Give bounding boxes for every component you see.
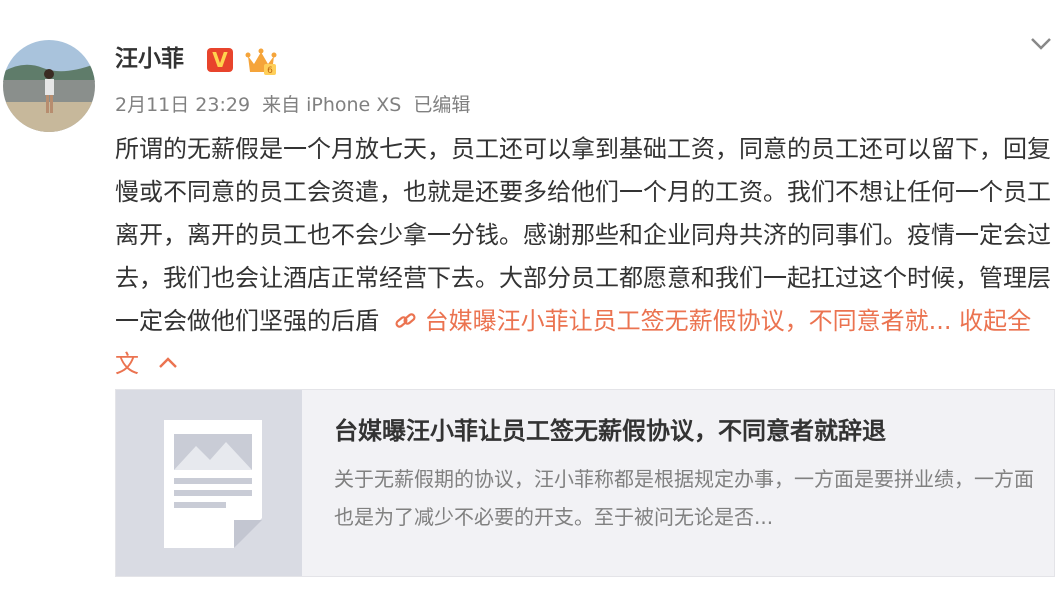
link-icon	[395, 313, 416, 328]
card-title[interactable]: 台媒曝汪小菲让员工签无薪假协议，不同意者就辞退	[334, 414, 886, 448]
post-text: 所谓的无薪假是一个月放七天，员工还可以拿到基础工资，同意的员工还可以留下，回复慢…	[115, 135, 1051, 335]
card-description: 关于无薪假期的协议，汪小菲称都是根据规定办事，一方面是要拼业绩，一方面也是为了减…	[334, 467, 1034, 529]
chevron-down-icon[interactable]	[1028, 32, 1054, 54]
article-card[interactable]: 台媒曝汪小菲让员工签无薪假协议，不同意者就辞退 关于无薪假期的协议，汪小菲称都是…	[115, 389, 1055, 577]
svg-text:6: 6	[267, 66, 273, 76]
edited-label[interactable]: 已编辑	[413, 94, 470, 116]
post-content: 所谓的无薪假是一个月放七天，员工还可以拿到基础工资，同意的员工还可以留下，回复慢…	[115, 128, 1055, 386]
post-source[interactable]: 来自 iPhone XS	[262, 94, 401, 116]
article-link-text[interactable]: 台媒曝汪小菲让员工签无薪假协议，不同意者就...	[425, 307, 952, 335]
post-date[interactable]: 2月11日 23:29	[115, 94, 250, 116]
verified-icon: V	[207, 48, 233, 72]
crown-badge-icon[interactable]: 6	[244, 44, 278, 78]
chevron-up-icon	[158, 357, 177, 368]
article-link[interactable]: 台媒曝汪小菲让员工签无薪假协议，不同意者就...	[387, 307, 960, 335]
article-thumbnail-icon	[116, 390, 302, 576]
username[interactable]: 汪小菲	[115, 42, 184, 76]
avatar[interactable]	[3, 40, 95, 132]
post-meta: 2月11日 23:29 来自 iPhone XS 已编辑	[115, 91, 482, 119]
